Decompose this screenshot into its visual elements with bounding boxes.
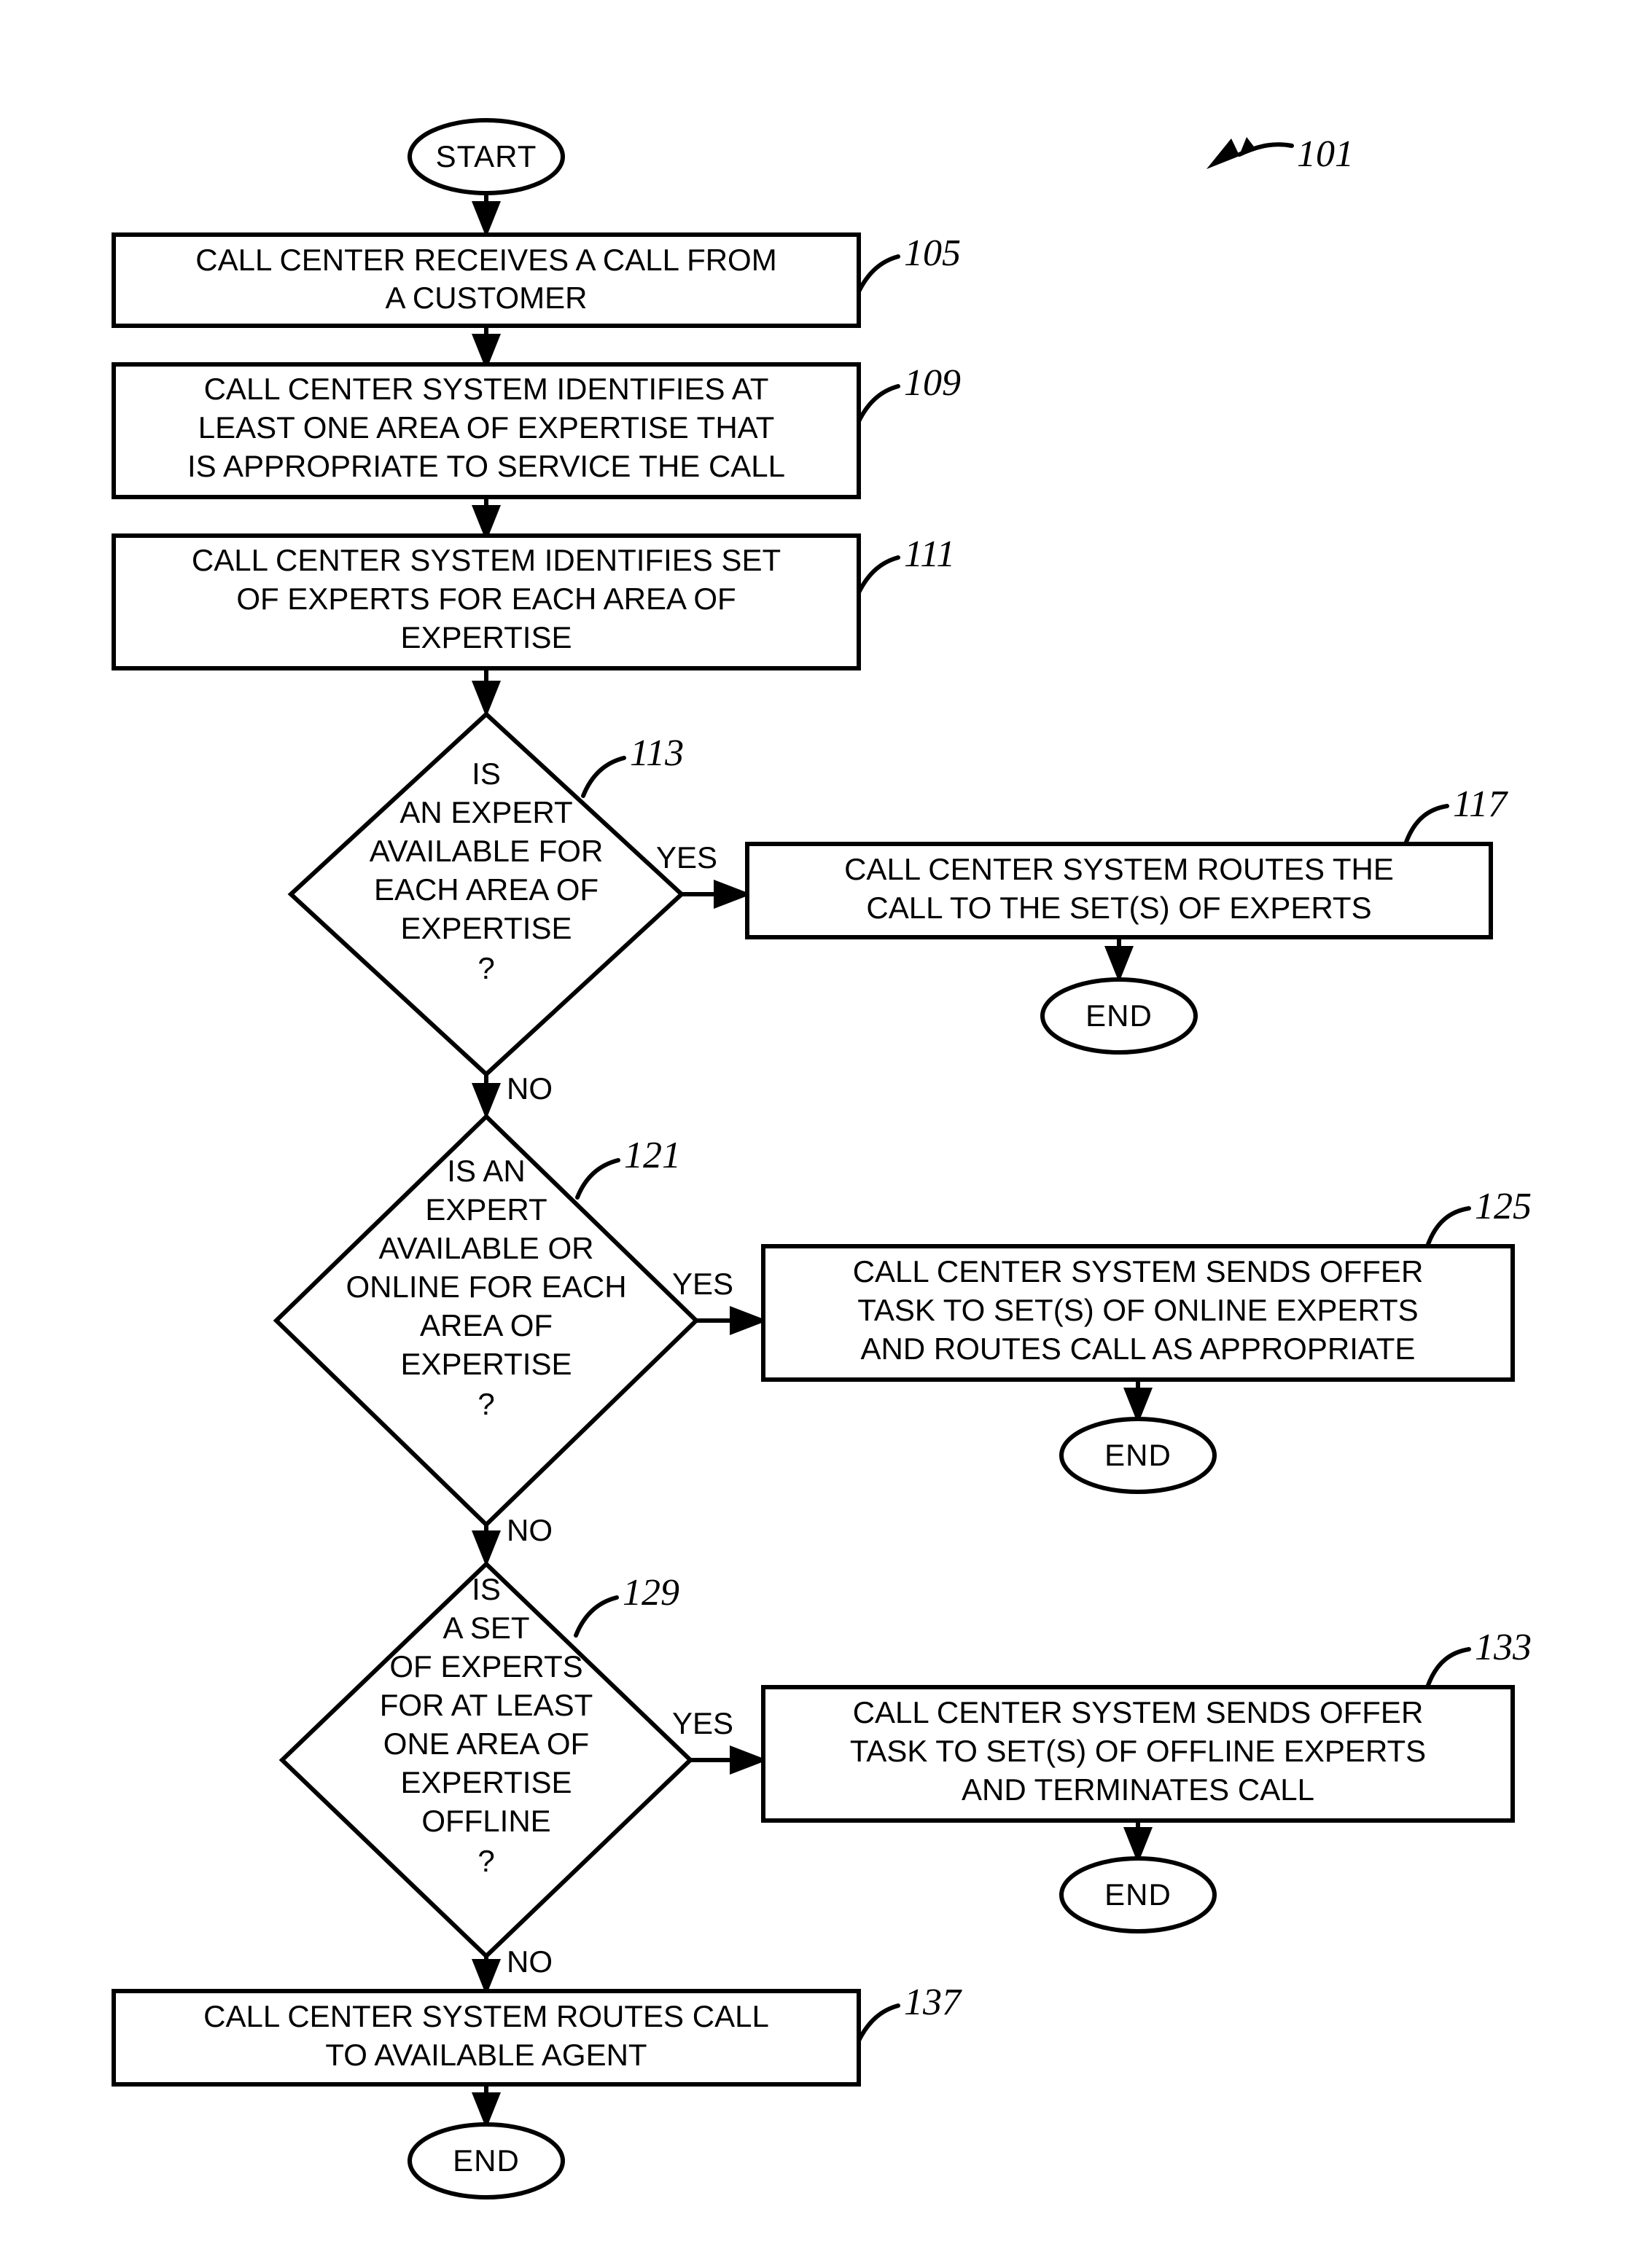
- connector-111-to-113: [472, 668, 501, 717]
- process-node-105: CALL CENTER RECEIVES A CALL FROM A CUSTO…: [112, 232, 861, 328]
- ref-label-137: 137: [904, 1982, 962, 2023]
- node-129-line-1: IS: [472, 1572, 501, 1606]
- node-117-line-2: CALL TO THE SET(S) OF EXPERTS: [866, 891, 1371, 925]
- node-111-line-1: CALL CENTER SYSTEM IDENTIFIES SET: [192, 543, 781, 577]
- ref-callout-129: 129: [574, 1572, 679, 1638]
- node-121-line-1: IS AN: [447, 1154, 525, 1188]
- ref-callout-113: 113: [581, 732, 684, 798]
- end-label-125: END: [1104, 1438, 1172, 1472]
- node-121-line-7: ?: [477, 1387, 494, 1421]
- node-133-line-3: AND TERMINATES CALL: [962, 1772, 1314, 1807]
- process-node-109: CALL CENTER SYSTEM IDENTIFIES AT LEAST O…: [112, 362, 861, 499]
- node-113-line-4: EACH AREA OF: [374, 872, 599, 907]
- node-133-line-2: TASK TO SET(S) OF OFFLINE EXPERTS: [850, 1734, 1426, 1768]
- end-label-133: END: [1104, 1877, 1172, 1912]
- ref-label-133: 133: [1475, 1627, 1532, 1668]
- figure-reference-101: 101: [1206, 133, 1354, 175]
- node-137-line-1: CALL CENTER SYSTEM ROUTES CALL: [203, 1999, 769, 2033]
- node-129-line-4: FOR AT LEAST: [380, 1688, 593, 1722]
- process-node-137: CALL CENTER SYSTEM ROUTES CALL TO AVAILA…: [112, 1989, 861, 2087]
- node-125-line-3: AND ROUTES CALL AS APPROPRIATE: [861, 1332, 1416, 1366]
- node-109-line-1: CALL CENTER SYSTEM IDENTIFIES AT: [204, 372, 769, 406]
- ref-label-113: 113: [630, 732, 684, 774]
- branch-label-yes-129: YES: [672, 1706, 733, 1740]
- connector-start-to-105: [472, 193, 501, 238]
- node-121-line-3: AVAILABLE OR: [379, 1231, 594, 1265]
- node-121-line-4: ONLINE FOR EACH: [346, 1270, 626, 1304]
- node-121-line-2: EXPERT: [425, 1192, 547, 1227]
- node-113-line-2: AN EXPERT: [399, 795, 572, 829]
- node-129-line-6: EXPERTISE: [401, 1765, 572, 1799]
- connector-113-no-to-121: NO: [472, 1071, 553, 1119]
- flowchart-svg: 101 START CALL CENTER RECEIVES A CALL FR…: [112, 118, 1532, 2199]
- start-terminator: START: [408, 118, 565, 195]
- node-113-line-6: ?: [477, 951, 494, 985]
- ref-callout-105: 105: [857, 232, 961, 294]
- node-111-line-3: EXPERTISE: [401, 620, 572, 654]
- node-117-line-1: CALL CENTER SYSTEM ROUTES THE: [844, 852, 1394, 886]
- ref-label-121: 121: [624, 1135, 681, 1176]
- ref-label-129: 129: [623, 1572, 679, 1614]
- node-129-line-8: ?: [477, 1844, 494, 1878]
- node-121-line-5: AREA OF: [420, 1308, 553, 1342]
- node-113-line-5: EXPERTISE: [401, 911, 572, 945]
- node-109-line-3: IS APPROPRIATE TO SERVICE THE CALL: [187, 449, 785, 483]
- ref-label-105: 105: [904, 232, 961, 274]
- node-129-line-2: A SET: [443, 1611, 529, 1645]
- node-125-line-1: CALL CENTER SYSTEM SENDS OFFER: [853, 1254, 1424, 1289]
- node-111-line-2: OF EXPERTS FOR EACH AREA OF: [236, 582, 736, 616]
- ref-label-117: 117: [1453, 783, 1508, 825]
- end-label-117: END: [1085, 998, 1153, 1033]
- node-133-line-1: CALL CENTER SYSTEM SENDS OFFER: [853, 1695, 1424, 1729]
- end-label-137: END: [453, 2143, 520, 2178]
- node-125-line-2: TASK TO SET(S) OF ONLINE EXPERTS: [857, 1293, 1418, 1327]
- connector-117-to-end: [1104, 937, 1134, 982]
- ref-callout-117: 117: [1403, 783, 1508, 846]
- decision-node-121: IS AN EXPERT AVAILABLE OR ONLINE FOR EAC…: [273, 1113, 700, 1528]
- branch-label-no-121: NO: [507, 1513, 553, 1547]
- ref-callout-109: 109: [857, 362, 961, 423]
- ref-callout-125: 125: [1425, 1186, 1532, 1248]
- node-129-line-3: OF EXPERTS: [389, 1649, 582, 1684]
- process-node-125: CALL CENTER SYSTEM SENDS OFFER TASK TO S…: [761, 1244, 1515, 1382]
- decision-node-129: IS A SET OF EXPERTS FOR AT LEAST ONE ARE…: [278, 1560, 694, 1960]
- node-105-line-1: CALL CENTER RECEIVES A CALL FROM: [195, 243, 776, 277]
- branch-label-yes-121: YES: [672, 1267, 733, 1301]
- end-terminator-125: END: [1059, 1417, 1217, 1494]
- node-113-line-3: AVAILABLE FOR: [370, 834, 604, 868]
- connector-137-to-end: [472, 2084, 501, 2129]
- ref-callout-111: 111: [857, 533, 955, 595]
- flowchart-canvas: 101 START CALL CENTER RECEIVES A CALL FR…: [0, 0, 1649, 2268]
- figure-ref-label: 101: [1297, 133, 1354, 175]
- start-label: START: [436, 139, 537, 173]
- ref-callout-121: 121: [575, 1135, 681, 1200]
- ref-callout-137: 137: [857, 1982, 962, 2043]
- ref-label-111: 111: [904, 533, 955, 575]
- node-109-line-2: LEAST ONE AREA OF EXPERTISE THAT: [198, 410, 774, 445]
- process-node-117: CALL CENTER SYSTEM ROUTES THE CALL TO TH…: [745, 842, 1493, 939]
- decision-node-113: IS AN EXPERT AVAILABLE FOR EACH AREA OF …: [287, 711, 685, 1078]
- node-137-line-2: TO AVAILABLE AGENT: [325, 2038, 647, 2072]
- ref-label-125: 125: [1475, 1186, 1532, 1227]
- process-node-133: CALL CENTER SYSTEM SENDS OFFER TASK TO S…: [761, 1685, 1515, 1823]
- ref-label-109: 109: [904, 362, 961, 404]
- branch-label-no-113: NO: [507, 1071, 553, 1106]
- process-node-111: CALL CENTER SYSTEM IDENTIFIES SET OF EXP…: [112, 533, 861, 670]
- figure-ref-arrowhead: [1206, 137, 1256, 169]
- node-121-line-6: EXPERTISE: [401, 1347, 572, 1381]
- end-terminator-117: END: [1040, 977, 1198, 1055]
- node-129-line-5: ONE AREA OF: [383, 1727, 589, 1761]
- ref-callout-133: 133: [1425, 1627, 1532, 1689]
- branch-label-yes-113: YES: [656, 840, 717, 875]
- node-113-line-1: IS: [472, 756, 501, 791]
- end-terminator-133: END: [1059, 1856, 1217, 1933]
- node-105-line-2: A CUSTOMER: [386, 281, 588, 315]
- branch-label-no-129: NO: [507, 1944, 553, 1979]
- end-terminator-137: END: [408, 2122, 565, 2199]
- node-129-line-7: OFFLINE: [421, 1804, 550, 1838]
